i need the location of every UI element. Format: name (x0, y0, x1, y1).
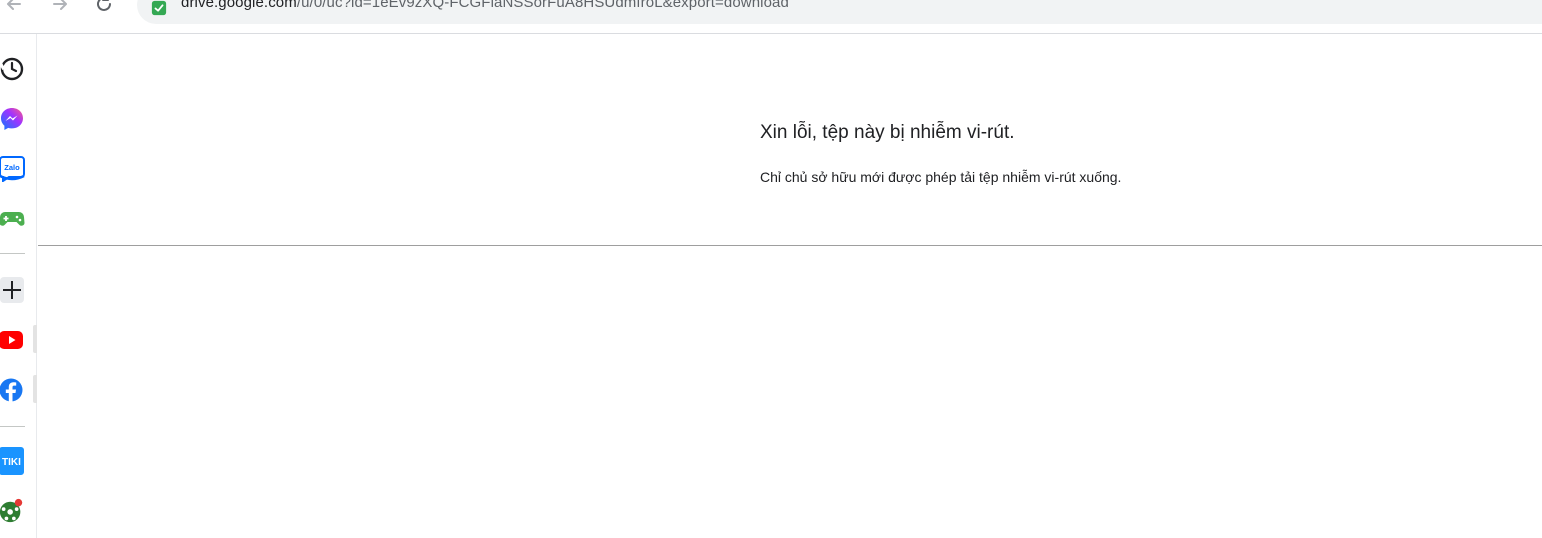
divider-line (38, 245, 1542, 246)
forward-button[interactable] (48, 0, 72, 16)
arrow-back-icon (7, 0, 21, 10)
url-path: /u/0/uc?id=1eEv9zXQ-FCGFlaNSSorFuA8HSUdm… (296, 0, 789, 11)
tiki-icon: TIKI (0, 447, 24, 475)
plus-icon (3, 281, 21, 299)
sidebar-divider (0, 253, 25, 254)
url-host: drive.google.com (181, 0, 297, 11)
sidebar-item-history[interactable] (0, 56, 25, 82)
sidebar-item-soccer[interactable] (0, 498, 25, 524)
error-title: Xin lỗi, tệp này bị nhiễm vi-rút. (760, 122, 1015, 143)
sidebar-item-zalo[interactable]: Zalo (0, 155, 25, 182)
sidebar-item-facebook[interactable] (0, 377, 25, 403)
url-text[interactable]: drive.google.com/u/0/uc?id=1eEv9zXQ-FCGF… (181, 0, 789, 11)
sidebar-tab-indicator (33, 375, 37, 403)
sidebar-item-messenger[interactable] (0, 106, 25, 132)
back-button[interactable] (2, 0, 26, 16)
sidebar: Zalo TIKI (0, 34, 37, 538)
sidebar-item-tiki[interactable]: TIKI (0, 447, 25, 475)
soccer-ball-icon (0, 498, 23, 523)
error-description: Chỉ chủ sở hữu mới được phép tải tệp nhi… (760, 169, 1122, 185)
page-content: Xin lỗi, tệp này bị nhiễm vi-rút. Chỉ ch… (38, 34, 1542, 538)
browser-toolbar: drive.google.com/u/0/uc?id=1eEv9zXQ-FCGF… (0, 0, 1542, 34)
sidebar-item-youtube[interactable] (0, 327, 25, 353)
reload-icon (97, 0, 111, 11)
youtube-icon (0, 331, 23, 349)
sidebar-item-games[interactable] (0, 205, 25, 231)
arrow-forward-icon (53, 0, 67, 10)
address-bar[interactable]: drive.google.com/u/0/uc?id=1eEv9zXQ-FCGF… (137, 0, 1542, 24)
messenger-icon (1, 108, 23, 130)
reload-button[interactable] (92, 0, 116, 16)
facebook-icon (0, 378, 23, 402)
zalo-logo-text: Zalo (4, 163, 20, 172)
sidebar-add-button[interactable] (0, 277, 24, 303)
sidebar-tab-indicator (33, 325, 37, 353)
history-icon (0, 57, 24, 81)
tiki-logo-text: TIKI (2, 457, 21, 468)
gamepad-icon (0, 212, 25, 226)
zalo-icon: Zalo (0, 156, 25, 182)
site-verified-icon[interactable] (151, 0, 167, 16)
sidebar-divider (0, 426, 25, 427)
